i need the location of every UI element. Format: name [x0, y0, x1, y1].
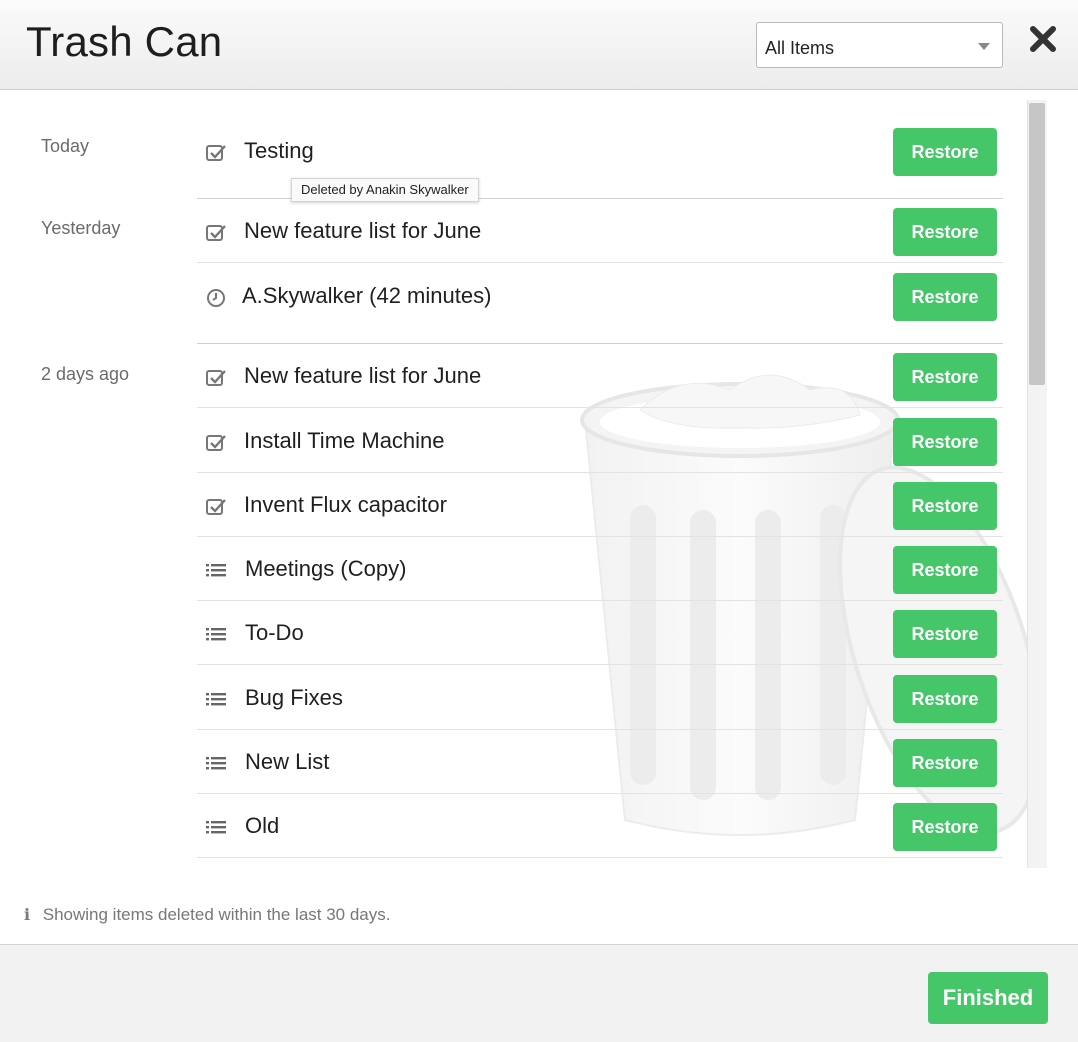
- deleted-by-tooltip: Deleted by Anakin Skywalker: [291, 178, 479, 202]
- restore-button[interactable]: Restore: [893, 418, 997, 466]
- list-item: New feature list for June Restore: [197, 344, 1003, 408]
- group-label-today: Today: [41, 136, 90, 156]
- list-item: Install Time Machine Restore: [197, 409, 1003, 473]
- list-item: A.Skywalker (42 minutes) Restore: [197, 264, 1003, 328]
- finished-button[interactable]: Finished: [928, 972, 1048, 1024]
- list-icon: [205, 561, 227, 581]
- list-item-label: New feature list for June: [244, 363, 482, 388]
- chevron-down-icon: [978, 43, 990, 50]
- restore-button[interactable]: Restore: [893, 208, 997, 256]
- group-label-2-days-ago: 2 days ago: [41, 364, 130, 384]
- checkbox-icon: [205, 497, 227, 517]
- dialog-footer: Finished: [0, 944, 1078, 1042]
- group-label-yesterday: Yesterday: [41, 218, 121, 238]
- list-item: Testing Restore: [197, 119, 1003, 183]
- restore-button[interactable]: Restore: [893, 128, 997, 176]
- list-item: Bug Fixes Restore: [197, 666, 1003, 730]
- checkbox-icon: [205, 433, 227, 453]
- info-icon: i: [24, 905, 31, 924]
- list-item-label: Invent Flux capacitor: [244, 492, 447, 517]
- close-icon[interactable]: [1024, 20, 1062, 58]
- list-icon: [205, 625, 227, 645]
- list-item-label: To-Do: [245, 620, 304, 645]
- list-item: To-Do Restore: [197, 601, 1003, 665]
- restore-button[interactable]: Restore: [893, 739, 997, 787]
- restore-button[interactable]: Restore: [893, 353, 997, 401]
- dialog-header: Trash Can All Items: [0, 0, 1078, 90]
- list-item: Invent Flux capacitor Restore: [197, 473, 1003, 537]
- trash-can-dialog: Trash Can All Items Today Yesterday 2 da…: [0, 0, 1078, 1042]
- restore-button[interactable]: Restore: [893, 482, 997, 530]
- list-item-label: New List: [245, 749, 330, 774]
- dialog-title: Trash Can: [26, 18, 223, 65]
- restore-button[interactable]: Restore: [893, 273, 997, 321]
- clock-icon: [205, 288, 227, 308]
- filter-select[interactable]: All Items: [756, 22, 1003, 68]
- list-item: New List Restore: [197, 730, 1003, 794]
- list-item: New feature list for June Restore: [197, 199, 1003, 263]
- list-item-label: New feature list for June: [244, 218, 482, 243]
- list-icon: [205, 690, 227, 710]
- info-text: Showing items deleted within the last 30…: [42, 905, 391, 924]
- checkbox-icon: [205, 368, 227, 388]
- list-item-label: Bug Fixes: [245, 685, 343, 710]
- scrollbar-thumb[interactable]: [1029, 103, 1045, 385]
- list-icon: [205, 754, 227, 774]
- list-item-label: Meetings (Copy): [245, 556, 407, 581]
- list-item: Old Restore: [197, 794, 1003, 858]
- list-item: Meetings (Copy) Restore: [197, 537, 1003, 601]
- checkbox-icon: [205, 143, 227, 163]
- list-item-label: Testing: [244, 138, 314, 163]
- list-item-label: Install Time Machine: [244, 428, 445, 453]
- list-item-label: Old: [245, 813, 280, 838]
- filter-select-value: All Items: [765, 38, 835, 58]
- list-item-label: A.Skywalker (42 minutes): [242, 283, 492, 308]
- restore-button[interactable]: Restore: [893, 675, 997, 723]
- list-icon: [205, 818, 227, 838]
- info-message: i Showing items deleted within the last …: [24, 905, 391, 925]
- checkbox-icon: [205, 223, 227, 243]
- restore-button[interactable]: Restore: [893, 546, 997, 594]
- restore-button[interactable]: Restore: [893, 803, 997, 851]
- restore-button[interactable]: Restore: [893, 610, 997, 658]
